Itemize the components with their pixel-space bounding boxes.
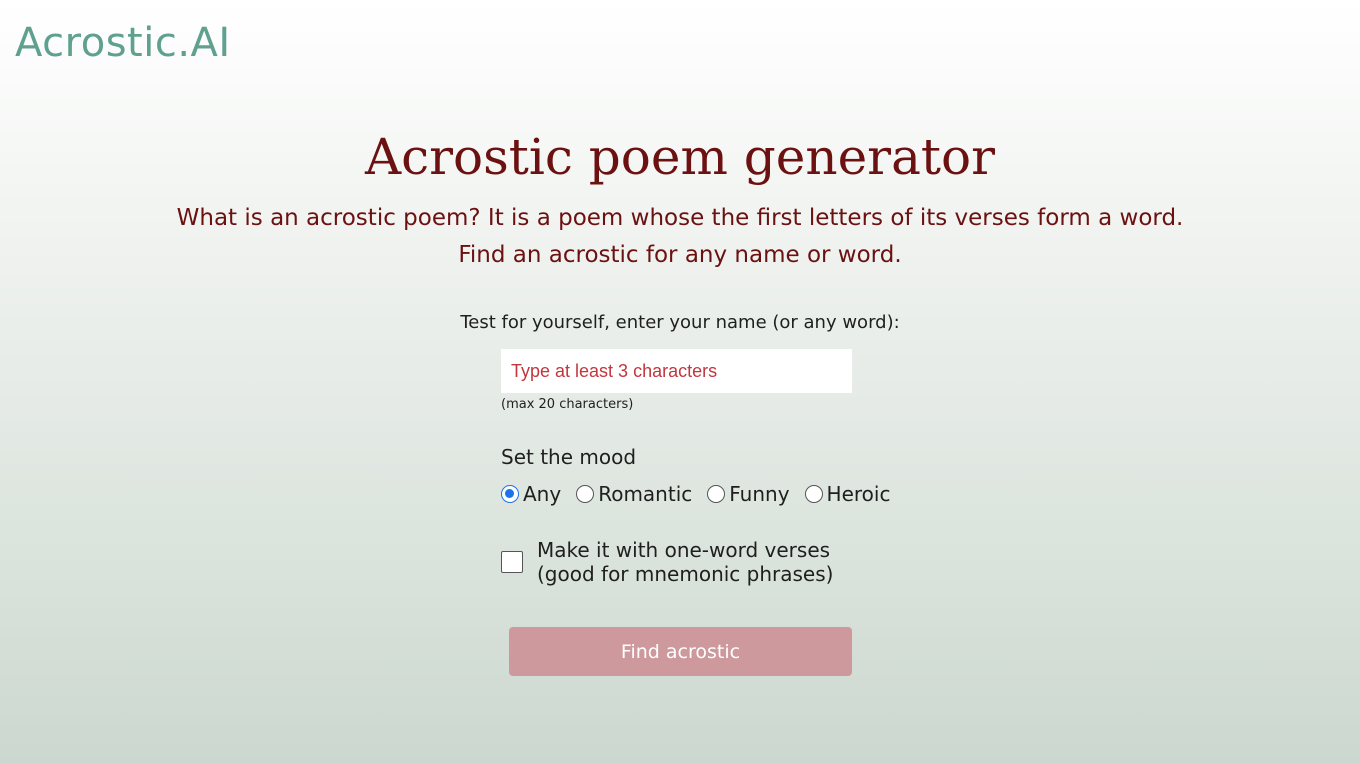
logo[interactable]: Acrostic.AI [15,18,231,68]
one-word-verses-label: Make it with one-word verses (good for m… [537,538,833,586]
mood-option-funny[interactable]: Funny [707,482,790,506]
max-characters-note: (max 20 characters) [501,397,634,412]
mood-radio-group: Any Romantic Funny Heroic [501,481,905,507]
mood-option-romantic[interactable]: Romantic [576,482,692,506]
mood-label: Set the mood [501,445,637,469]
checkbox-label-line: (good for mnemonic phrases) [537,562,834,586]
mood-option-label: Any [523,482,562,506]
mood-option-label: Funny [729,482,790,506]
one-word-verses-checkbox[interactable] [501,551,523,573]
radio-button[interactable] [501,485,519,503]
page-subtitle: What is an acrostic poem? It is a poem w… [0,200,1360,274]
page-title: Acrostic poem generator [365,128,995,186]
mood-option-any[interactable]: Any [501,482,561,506]
subtitle-line: Find an acrostic for any name or word. [458,242,902,268]
mood-option-label: Romantic [598,482,693,506]
mood-option-label: Heroic [826,482,891,506]
one-word-verses-option[interactable]: Make it with one-word verses (good for m… [501,538,833,586]
radio-button[interactable] [576,485,595,503]
name-input[interactable] [501,349,852,393]
find-acrostic-button[interactable]: Find acrostic [509,627,852,676]
subtitle-line: What is an acrostic poem? It is a poem w… [176,205,1184,231]
checkbox-label-line: Make it with one-word verses [537,538,831,562]
name-prompt-label: Test for yourself, enter your name (or a… [460,312,900,333]
radio-button[interactable] [707,485,726,503]
radio-button[interactable] [804,485,823,503]
mood-option-heroic[interactable]: Heroic [804,482,891,506]
